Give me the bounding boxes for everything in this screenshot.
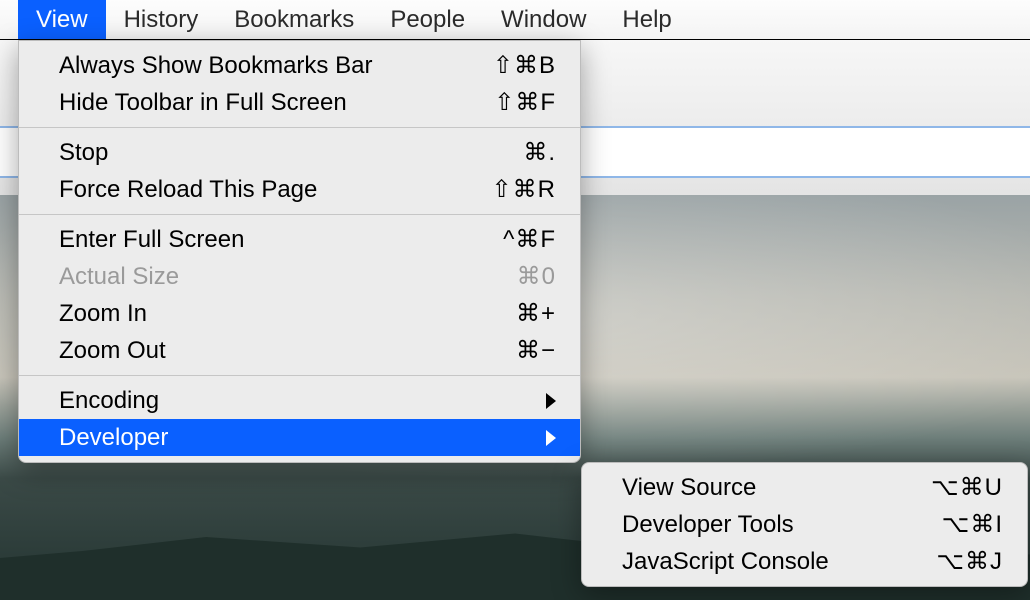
shortcut-label: ⌘− [516, 336, 556, 365]
shortcut-label: ⌘0 [517, 262, 556, 291]
shortcut-label: ⌘. [523, 138, 556, 167]
menu-separator [19, 375, 580, 376]
menu-item-hide-toolbar-full-screen[interactable]: Hide Toolbar in Full Screen ⇧⌘F [19, 84, 580, 121]
menu-separator [19, 127, 580, 128]
menu-item-stop[interactable]: Stop ⌘. [19, 134, 580, 171]
menubar-item-view[interactable]: View [18, 0, 106, 39]
submenu-arrow-icon [546, 430, 556, 446]
view-menu: Always Show Bookmarks Bar ⇧⌘B Hide Toolb… [18, 40, 581, 463]
shortcut-label: ⌥⌘I [942, 510, 1003, 539]
menu-separator [19, 214, 580, 215]
shortcut-label: ⌥⌘J [936, 547, 1003, 576]
menu-item-zoom-out[interactable]: Zoom Out ⌘− [19, 332, 580, 369]
shortcut-label: ^⌘F [503, 225, 556, 254]
menubar-item-window[interactable]: Window [483, 0, 604, 39]
shortcut-label: ⇧⌘F [494, 88, 556, 117]
shortcut-label: ⇧⌘B [493, 51, 556, 80]
menu-item-encoding[interactable]: Encoding [19, 382, 580, 419]
menu-item-view-source[interactable]: View Source ⌥⌘U [582, 469, 1027, 506]
menubar: View History Bookmarks People Window Hel… [0, 0, 1030, 40]
submenu-arrow-icon [546, 393, 556, 409]
menubar-item-help[interactable]: Help [604, 0, 689, 39]
menubar-item-people[interactable]: People [372, 0, 483, 39]
shortcut-label: ⌥⌘U [931, 473, 1003, 502]
menu-item-zoom-in[interactable]: Zoom In ⌘+ [19, 295, 580, 332]
menu-item-always-show-bookmarks-bar[interactable]: Always Show Bookmarks Bar ⇧⌘B [19, 47, 580, 84]
developer-submenu: View Source ⌥⌘U Developer Tools ⌥⌘I Java… [581, 462, 1028, 587]
shortcut-label: ⇧⌘R [492, 175, 556, 204]
shortcut-label: ⌘+ [516, 299, 556, 328]
menubar-item-bookmarks[interactable]: Bookmarks [216, 0, 372, 39]
menu-item-enter-full-screen[interactable]: Enter Full Screen ^⌘F [19, 221, 580, 258]
menu-item-actual-size: Actual Size ⌘0 [19, 258, 580, 295]
menu-item-developer[interactable]: Developer [19, 419, 580, 456]
menu-item-developer-tools[interactable]: Developer Tools ⌥⌘I [582, 506, 1027, 543]
menu-item-javascript-console[interactable]: JavaScript Console ⌥⌘J [582, 543, 1027, 580]
menubar-item-history[interactable]: History [106, 0, 217, 39]
menu-item-force-reload[interactable]: Force Reload This Page ⇧⌘R [19, 171, 580, 208]
